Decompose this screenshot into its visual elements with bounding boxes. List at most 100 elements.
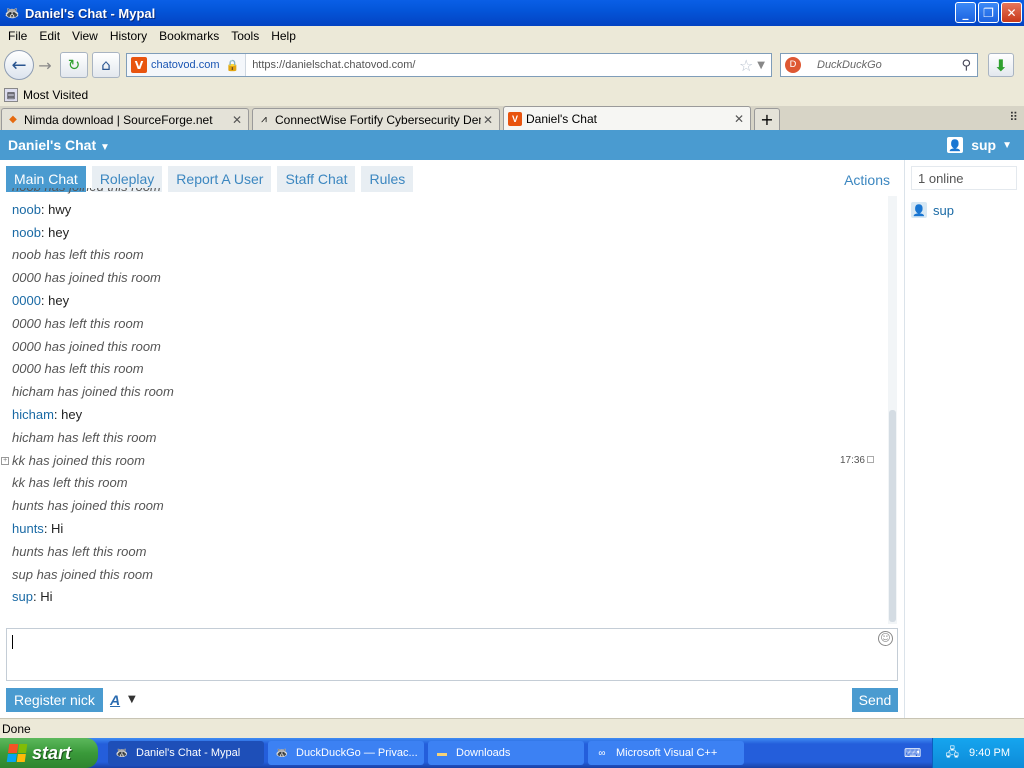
minimize-button[interactable]: _: [955, 2, 976, 23]
register-nick-button[interactable]: Register nick: [6, 688, 103, 712]
url-bar[interactable]: V chatovod.com 🔒 https://danielschat.cha…: [126, 53, 772, 77]
home-icon: ⌂: [101, 56, 111, 74]
start-button[interactable]: start: [0, 738, 98, 768]
close-tab-icon[interactable]: ✕: [481, 113, 495, 127]
smiley-icon[interactable]: ☺: [878, 631, 893, 646]
message-text: hey: [48, 224, 70, 240]
scrollbar-thumb[interactable]: [889, 410, 896, 622]
clock: 9:40 PM: [969, 747, 1010, 759]
message-text: noob has left this room: [12, 247, 144, 263]
bookmarks-toolbar: ▤ Most Visited: [0, 84, 1024, 106]
menu-view[interactable]: View: [66, 29, 104, 43]
expand-icon[interactable]: +: [1, 456, 9, 465]
bookmark-star-icon[interactable]: ☆: [735, 56, 757, 75]
taskbar: start 🦝 Daniel's Chat - Mypal 🦝 DuckDuck…: [0, 738, 1024, 768]
taskbar-item-duckduckgo[interactable]: 🦝 DuckDuckGo — Privac...: [268, 741, 424, 765]
chat-message: hicham: hey: [12, 406, 83, 422]
message-text: Hi: [51, 520, 64, 536]
online-user-name: sup: [933, 202, 954, 218]
chat-main: Main Chat Roleplay Report A User Staff C…: [0, 160, 904, 718]
system-message: hunts has joined this room: [0, 495, 888, 518]
online-count: 1 online: [911, 166, 1017, 190]
downloads-button[interactable]: ⬇: [988, 53, 1014, 77]
font-style-button[interactable]: A: [110, 692, 120, 708]
reload-button[interactable]: ↻: [60, 52, 88, 78]
home-button[interactable]: ⌂: [92, 52, 120, 78]
bookmark-most-visited[interactable]: Most Visited: [23, 88, 88, 102]
message-input[interactable]: ☺: [6, 628, 898, 681]
new-tab-button[interactable]: +: [754, 108, 780, 130]
tab-strip: ◆ Nimda download | SourceForge.net ✕ ⩘ C…: [0, 106, 1024, 130]
caret-down-icon[interactable]: ▼: [128, 694, 136, 705]
message-text: kk has left this room: [12, 475, 128, 491]
search-input[interactable]: DuckDuckGo: [801, 59, 961, 71]
message-text: 0000 has left this room: [12, 361, 144, 377]
forward-button[interactable]: →: [34, 52, 56, 78]
menu-file[interactable]: File: [2, 29, 33, 43]
mypal-app-icon: 🦝: [4, 6, 20, 20]
chatovod-favicon-icon: V: [508, 111, 522, 126]
online-sidebar: 1 online 👤 sup: [904, 160, 1024, 718]
message-text: hunts has left this room: [12, 543, 147, 559]
close-tab-icon[interactable]: ✕: [230, 113, 244, 127]
back-button[interactable]: ←: [4, 50, 34, 80]
taskbar-item-downloads[interactable]: ▬ Downloads: [428, 741, 584, 765]
chat-message: noob: hwy: [12, 201, 72, 217]
tab-list-icon[interactable]: ⠿: [1009, 110, 1018, 124]
message-nick[interactable]: noob: [12, 225, 41, 240]
room-title: Daniel's Chat: [8, 137, 97, 153]
message-nick[interactable]: 0000: [12, 293, 41, 308]
taskbar-item-label: Downloads: [456, 747, 511, 759]
chatovod-logo-icon: V: [131, 57, 147, 73]
user-menu[interactable]: 👤 sup ▼: [947, 137, 1024, 153]
message-nick[interactable]: noob: [12, 202, 41, 217]
menu-tools[interactable]: Tools: [225, 29, 265, 43]
message-scrollbar[interactable]: [888, 196, 897, 624]
caret-down-icon: ▼: [1002, 139, 1012, 151]
site-identity[interactable]: V chatovod.com 🔒: [127, 54, 247, 76]
search-bar[interactable]: D DuckDuckGo ⚲: [780, 53, 978, 77]
system-message: noob has left this room: [0, 244, 888, 267]
system-message: hicham has joined this room: [0, 381, 888, 404]
taskbar-item-visual-cpp[interactable]: ∞ Microsoft Visual C++: [588, 741, 744, 765]
close-button[interactable]: ✕: [1001, 2, 1022, 23]
room-title-menu[interactable]: Daniel's Chat ▼: [0, 137, 110, 153]
caret-down-icon: ▼: [100, 142, 110, 153]
message-nick[interactable]: hunts: [12, 521, 44, 536]
message-nick[interactable]: hicham: [12, 407, 54, 422]
menu-bookmarks[interactable]: Bookmarks: [153, 29, 225, 43]
lock-icon: 🔒: [225, 58, 240, 72]
close-tab-icon[interactable]: ✕: [732, 112, 746, 126]
message-nick[interactable]: sup: [12, 589, 33, 604]
window-titlebar: 🦝 Daniel's Chat - Mypal _ ❐ ✕: [0, 0, 1024, 26]
system-message: kk has left this room: [0, 472, 888, 495]
tab-daniels-chat[interactable]: V Daniel's Chat ✕: [503, 106, 751, 130]
menu-edit[interactable]: Edit: [33, 29, 66, 43]
taskbar-item-mypal[interactable]: 🦝 Daniel's Chat - Mypal: [108, 741, 264, 765]
tab-sourceforge[interactable]: ◆ Nimda download | SourceForge.net ✕: [1, 108, 249, 130]
system-message: sup has joined this room: [0, 564, 888, 587]
url-input[interactable]: https://danielschat.chatovod.com/: [246, 59, 735, 71]
online-user-item[interactable]: 👤 sup: [911, 202, 954, 218]
maximize-button[interactable]: ❐: [978, 2, 999, 23]
mypal-icon: 🦝: [115, 747, 129, 759]
network-icon[interactable]: 🖧: [946, 743, 959, 764]
menu-history[interactable]: History: [104, 29, 153, 43]
chat-message: noob: hey: [12, 224, 70, 240]
duckduckgo-icon[interactable]: D: [785, 57, 801, 73]
keyboard-icon[interactable]: ⌨: [904, 746, 921, 760]
system-message: 0000 has joined this room: [0, 267, 888, 290]
url-dropdown-icon[interactable]: ▼: [757, 60, 771, 71]
send-button[interactable]: Send: [852, 688, 898, 712]
tab-label: Daniel's Chat: [526, 111, 597, 126]
tab-connectwise[interactable]: ⩘ ConnectWise Fortify Cybersecurity Demo…: [252, 108, 500, 130]
menu-help[interactable]: Help: [265, 29, 302, 43]
message-text: hicham has left this room: [12, 429, 157, 445]
search-icon[interactable]: ⚲: [961, 58, 977, 73]
mypal-icon: 🦝: [275, 747, 289, 759]
chat-message: sup: Hi: [12, 589, 53, 605]
message-text: 0000 has joined this room: [12, 270, 161, 286]
window-controls: _ ❐ ✕: [955, 2, 1022, 23]
message-text: kk has joined this room: [12, 452, 145, 468]
actions-menu[interactable]: Actions: [844, 172, 890, 188]
